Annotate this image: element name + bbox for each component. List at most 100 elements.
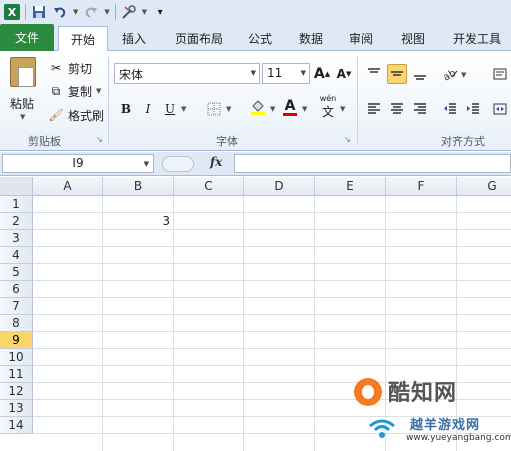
watermark-circle-icon bbox=[354, 378, 382, 406]
tab-review[interactable]: 审阅 bbox=[340, 26, 382, 51]
quick-access-toolbar: X ▼ ▼ ▼ ▾ bbox=[0, 0, 511, 24]
row-header-5[interactable]: 5 bbox=[0, 264, 33, 281]
align-top-button[interactable] bbox=[364, 64, 384, 84]
row-header-12[interactable]: 12 bbox=[0, 383, 33, 400]
cell-b2[interactable]: 3 bbox=[103, 213, 170, 230]
formula-input[interactable] bbox=[234, 154, 511, 173]
font-color-button[interactable]: A bbox=[280, 97, 300, 117]
tab-view[interactable]: 视图 bbox=[392, 26, 434, 51]
paste-dropdown-icon[interactable]: ▼ bbox=[20, 113, 25, 121]
tab-data[interactable]: 数据 bbox=[290, 26, 332, 51]
save-icon[interactable] bbox=[31, 4, 47, 20]
tab-insert[interactable]: 插入 bbox=[112, 26, 156, 51]
bold-button[interactable]: B bbox=[116, 99, 136, 119]
cut-button[interactable]: ✂ 剪切 bbox=[48, 58, 92, 78]
column-header-B[interactable]: B bbox=[103, 177, 174, 196]
formula-bar-splitter[interactable] bbox=[162, 156, 194, 172]
row-header-1[interactable]: 1 bbox=[0, 196, 33, 213]
column-header-E[interactable]: E bbox=[315, 177, 386, 196]
grid-row-line bbox=[33, 331, 511, 332]
align-center-button[interactable] bbox=[387, 99, 407, 119]
grid-row-line bbox=[33, 263, 511, 264]
qat-separator bbox=[114, 4, 116, 20]
row-header-4[interactable]: 4 bbox=[0, 247, 33, 264]
font-dialog-launcher-icon[interactable]: ↘ bbox=[344, 135, 351, 144]
tools-icon[interactable] bbox=[121, 4, 137, 20]
underline-dropdown-icon[interactable]: ▼ bbox=[181, 105, 186, 113]
wrap-text-button[interactable] bbox=[490, 64, 510, 84]
name-box-dropdown-icon[interactable]: ▼ bbox=[144, 160, 149, 168]
grid-row-line bbox=[33, 314, 511, 315]
row-header-6[interactable]: 6 bbox=[0, 281, 33, 298]
clipboard-icon bbox=[10, 57, 36, 87]
redo-icon[interactable] bbox=[83, 4, 99, 20]
borders-dropdown-icon[interactable]: ▼ bbox=[226, 105, 231, 113]
phonetic-dropdown-icon[interactable]: ▼ bbox=[340, 105, 345, 113]
row-header-11[interactable]: 11 bbox=[0, 366, 33, 383]
align-middle-button[interactable] bbox=[387, 64, 407, 84]
paste-label: 粘贴 bbox=[10, 97, 35, 111]
merge-center-button[interactable] bbox=[490, 99, 510, 119]
column-header-A[interactable]: A bbox=[33, 177, 103, 196]
font-size-select[interactable]: 11 ▼ bbox=[262, 63, 310, 84]
grow-font-button[interactable]: A ▲ bbox=[312, 64, 332, 84]
tab-formulas[interactable]: 公式 bbox=[240, 26, 280, 51]
clipboard-dialog-launcher-icon[interactable]: ↘ bbox=[96, 135, 103, 144]
undo-icon[interactable] bbox=[52, 4, 68, 20]
column-header-F[interactable]: F bbox=[386, 177, 457, 196]
row-header-10[interactable]: 10 bbox=[0, 349, 33, 366]
copy-button[interactable]: ⧉ 复制 ▼ bbox=[48, 81, 102, 101]
insert-function-icon[interactable]: fx bbox=[210, 155, 222, 169]
font-name-dropdown-icon[interactable]: ▼ bbox=[251, 69, 256, 77]
font-color-dropdown-icon[interactable]: ▼ bbox=[302, 105, 307, 113]
undo-dropdown-icon[interactable]: ▼ bbox=[73, 8, 78, 16]
customize-qat-icon[interactable]: ▾ bbox=[152, 4, 168, 20]
align-right-button[interactable] bbox=[410, 99, 430, 119]
align-left-button[interactable] bbox=[364, 99, 384, 119]
font-name-select[interactable]: 宋体 ▼ bbox=[114, 63, 260, 84]
italic-button[interactable]: I bbox=[138, 99, 158, 119]
paste-button[interactable]: 粘贴 ▼ bbox=[4, 55, 42, 125]
redo-dropdown-icon[interactable]: ▼ bbox=[104, 8, 109, 16]
underline-button[interactable]: U bbox=[160, 99, 180, 119]
copy-dropdown-icon[interactable]: ▼ bbox=[96, 87, 101, 95]
alignment-group-label: 对齐方式 bbox=[441, 135, 485, 148]
fill-color-button[interactable] bbox=[248, 97, 268, 117]
decrease-indent-button[interactable] bbox=[440, 99, 460, 119]
column-header-C[interactable]: C bbox=[174, 177, 244, 196]
column-header-G[interactable]: G bbox=[457, 177, 511, 196]
font-name-value: 宋体 bbox=[119, 68, 144, 82]
fill-color-dropdown-icon[interactable]: ▼ bbox=[270, 105, 275, 113]
borders-button[interactable] bbox=[204, 99, 224, 119]
grid-row-line bbox=[33, 348, 511, 349]
format-painter-button[interactable]: 🖌 格式刷 bbox=[48, 105, 104, 125]
row-header-9[interactable]: 9 bbox=[0, 332, 33, 349]
font-size-value: 11 bbox=[267, 66, 283, 80]
increase-indent-button[interactable] bbox=[463, 99, 483, 119]
tab-home[interactable]: 开始 bbox=[58, 26, 108, 52]
select-all-corner[interactable] bbox=[0, 177, 33, 196]
row-header-8[interactable]: 8 bbox=[0, 315, 33, 332]
align-bottom-button[interactable] bbox=[410, 64, 430, 84]
row-header-14[interactable]: 14 bbox=[0, 417, 33, 434]
name-box[interactable]: I9 ▼ bbox=[2, 154, 154, 173]
tab-developer[interactable]: 开发工具 bbox=[446, 26, 508, 51]
font-size-dropdown-icon[interactable]: ▼ bbox=[301, 69, 306, 77]
tools-dropdown-icon[interactable]: ▼ bbox=[142, 8, 147, 16]
row-header-7[interactable]: 7 bbox=[0, 298, 33, 315]
watermark-url: www.yueyangbang.com bbox=[406, 433, 511, 443]
row-header-2[interactable]: 2 bbox=[0, 213, 33, 230]
tab-file[interactable]: 文件 bbox=[0, 24, 54, 51]
row-header-3[interactable]: 3 bbox=[0, 230, 33, 247]
row-header-13[interactable]: 13 bbox=[0, 400, 33, 417]
tab-page-layout[interactable]: 页面布局 bbox=[168, 26, 230, 51]
phonetic-button[interactable]: wén 文 bbox=[318, 94, 338, 119]
orientation-dropdown-icon[interactable]: ▼ bbox=[461, 71, 466, 79]
phonetic-glyph: 文 bbox=[321, 105, 334, 119]
column-header-D[interactable]: D bbox=[244, 177, 315, 196]
shrink-font-button[interactable]: A ▼ bbox=[334, 64, 354, 84]
orientation-button[interactable]: ab bbox=[440, 64, 460, 84]
excel-logo-icon[interactable]: X bbox=[4, 4, 20, 20]
font-color-swatch bbox=[283, 112, 297, 116]
clipboard-group-label: 剪贴板 bbox=[28, 135, 61, 148]
